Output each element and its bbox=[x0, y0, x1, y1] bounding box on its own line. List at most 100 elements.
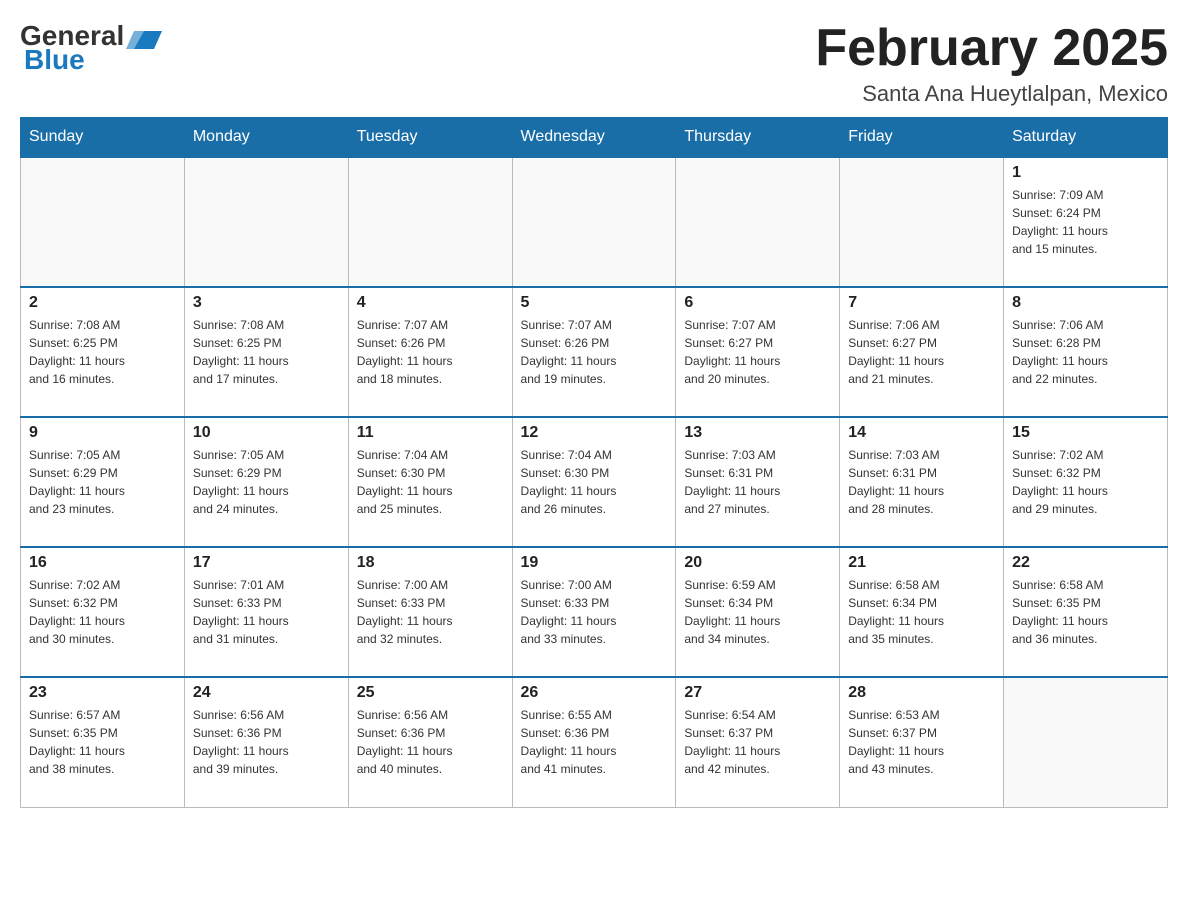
day-number: 16 bbox=[29, 554, 176, 572]
calendar-day-cell bbox=[184, 157, 348, 287]
day-info: Sunrise: 6:56 AMSunset: 6:36 PMDaylight:… bbox=[357, 706, 504, 778]
day-number: 13 bbox=[684, 424, 831, 442]
day-number: 1 bbox=[1012, 164, 1159, 182]
day-number: 8 bbox=[1012, 294, 1159, 312]
calendar-day-cell: 24Sunrise: 6:56 AMSunset: 6:36 PMDayligh… bbox=[184, 677, 348, 807]
calendar-day-cell: 8 Sunrise: 7:06 AMSunset: 6:28 PMDaylight… bbox=[1004, 287, 1168, 417]
calendar-week-row: 9 Sunrise: 7:05 AMSunset: 6:29 PMDaylight… bbox=[21, 417, 1168, 547]
day-info: Sunrise: 7:04 AMSunset: 6:30 PMDaylight:… bbox=[521, 446, 668, 518]
day-number: 22 bbox=[1012, 554, 1159, 572]
calendar-day-cell bbox=[512, 157, 676, 287]
calendar-day-cell: 22 Sunrise: 6:58 AMSunset: 6:35 PMDayligh… bbox=[1004, 547, 1168, 677]
calendar-day-cell: 19 Sunrise: 7:00 AMSunset: 6:33 PMDayligh… bbox=[512, 547, 676, 677]
day-info: Sunrise: 7:06 AMSunset: 6:28 PMDaylight:… bbox=[1012, 316, 1159, 388]
calendar-week-row: 1 Sunrise: 7:09 AMSunset: 6:24 PMDaylight… bbox=[21, 157, 1168, 287]
calendar-day-cell: 21Sunrise: 6:58 AMSunset: 6:34 PMDayligh… bbox=[840, 547, 1004, 677]
day-info: Sunrise: 6:54 AMSunset: 6:37 PMDaylight:… bbox=[684, 706, 831, 778]
day-info: Sunrise: 6:55 AMSunset: 6:36 PMDaylight:… bbox=[521, 706, 668, 778]
day-number: 11 bbox=[357, 424, 504, 442]
day-info: Sunrise: 7:02 AMSunset: 6:32 PMDaylight:… bbox=[1012, 446, 1159, 518]
calendar-day-cell: 28 Sunrise: 6:53 AMSunset: 6:37 PMDayligh… bbox=[840, 677, 1004, 807]
day-number: 24 bbox=[193, 684, 340, 702]
day-info: Sunrise: 7:03 AMSunset: 6:31 PMDaylight:… bbox=[848, 446, 995, 518]
calendar-day-cell: 25 Sunrise: 6:56 AMSunset: 6:36 PMDayligh… bbox=[348, 677, 512, 807]
calendar-day-header: Thursday bbox=[676, 118, 840, 158]
day-info: Sunrise: 7:00 AMSunset: 6:33 PMDaylight:… bbox=[521, 576, 668, 648]
title-area: February 2025 Santa Ana Hueytlalpan, Mex… bbox=[815, 20, 1168, 107]
calendar-day-cell: 3Sunrise: 7:08 AMSunset: 6:25 PMDaylight… bbox=[184, 287, 348, 417]
day-info: Sunrise: 6:57 AMSunset: 6:35 PMDaylight:… bbox=[29, 706, 176, 778]
day-number: 2 bbox=[29, 294, 176, 312]
day-info: Sunrise: 7:07 AMSunset: 6:26 PMDaylight:… bbox=[521, 316, 668, 388]
calendar-day-cell: 5 Sunrise: 7:07 AMSunset: 6:26 PMDaylight… bbox=[512, 287, 676, 417]
day-number: 19 bbox=[521, 554, 668, 572]
calendar-day-cell bbox=[348, 157, 512, 287]
day-number: 27 bbox=[684, 684, 831, 702]
logo: General Blue bbox=[20, 20, 164, 76]
day-number: 20 bbox=[684, 554, 831, 572]
day-info: Sunrise: 7:09 AMSunset: 6:24 PMDaylight:… bbox=[1012, 186, 1159, 258]
calendar-day-cell: 18Sunrise: 7:00 AMSunset: 6:33 PMDayligh… bbox=[348, 547, 512, 677]
calendar-day-cell: 20Sunrise: 6:59 AMSunset: 6:34 PMDayligh… bbox=[676, 547, 840, 677]
day-info: Sunrise: 7:03 AMSunset: 6:31 PMDaylight:… bbox=[684, 446, 831, 518]
day-number: 26 bbox=[521, 684, 668, 702]
day-info: Sunrise: 6:58 AMSunset: 6:35 PMDaylight:… bbox=[1012, 576, 1159, 648]
day-number: 9 bbox=[29, 424, 176, 442]
page-header: General Blue February 2025 Santa Ana Hue… bbox=[20, 20, 1168, 107]
location-text: Santa Ana Hueytlalpan, Mexico bbox=[815, 81, 1168, 107]
day-info: Sunrise: 7:02 AMSunset: 6:32 PMDaylight:… bbox=[29, 576, 176, 648]
day-number: 17 bbox=[193, 554, 340, 572]
day-number: 18 bbox=[357, 554, 504, 572]
calendar-day-cell: 17 Sunrise: 7:01 AMSunset: 6:33 PMDayligh… bbox=[184, 547, 348, 677]
calendar-day-header: Monday bbox=[184, 118, 348, 158]
calendar-day-header: Sunday bbox=[21, 118, 185, 158]
calendar-day-cell bbox=[676, 157, 840, 287]
day-info: Sunrise: 7:04 AMSunset: 6:30 PMDaylight:… bbox=[357, 446, 504, 518]
calendar-day-cell: 13 Sunrise: 7:03 AMSunset: 6:31 PMDayligh… bbox=[676, 417, 840, 547]
calendar-day-cell: 6 Sunrise: 7:07 AMSunset: 6:27 PMDaylight… bbox=[676, 287, 840, 417]
calendar-week-row: 16 Sunrise: 7:02 AMSunset: 6:32 PMDayligh… bbox=[21, 547, 1168, 677]
calendar-day-cell: 4 Sunrise: 7:07 AMSunset: 6:26 PMDaylight… bbox=[348, 287, 512, 417]
calendar-day-cell: 15 Sunrise: 7:02 AMSunset: 6:32 PMDayligh… bbox=[1004, 417, 1168, 547]
calendar-day-cell: 9 Sunrise: 7:05 AMSunset: 6:29 PMDaylight… bbox=[21, 417, 185, 547]
calendar-day-header: Saturday bbox=[1004, 118, 1168, 158]
day-info: Sunrise: 7:05 AMSunset: 6:29 PMDaylight:… bbox=[29, 446, 176, 518]
calendar-day-cell: 11 Sunrise: 7:04 AMSunset: 6:30 PMDayligh… bbox=[348, 417, 512, 547]
calendar-week-row: 2Sunrise: 7:08 AMSunset: 6:25 PMDaylight… bbox=[21, 287, 1168, 417]
day-number: 12 bbox=[521, 424, 668, 442]
day-number: 15 bbox=[1012, 424, 1159, 442]
day-number: 7 bbox=[848, 294, 995, 312]
day-info: Sunrise: 7:01 AMSunset: 6:33 PMDaylight:… bbox=[193, 576, 340, 648]
day-info: Sunrise: 7:07 AMSunset: 6:27 PMDaylight:… bbox=[684, 316, 831, 388]
calendar-day-cell: 23 Sunrise: 6:57 AMSunset: 6:35 PMDayligh… bbox=[21, 677, 185, 807]
day-info: Sunrise: 7:05 AMSunset: 6:29 PMDaylight:… bbox=[193, 446, 340, 518]
day-number: 21 bbox=[848, 554, 995, 572]
calendar-day-cell bbox=[1004, 677, 1168, 807]
calendar-day-header: Friday bbox=[840, 118, 1004, 158]
day-number: 10 bbox=[193, 424, 340, 442]
day-number: 5 bbox=[521, 294, 668, 312]
month-title: February 2025 bbox=[815, 20, 1168, 77]
day-number: 23 bbox=[29, 684, 176, 702]
calendar-day-cell: 12 Sunrise: 7:04 AMSunset: 6:30 PMDayligh… bbox=[512, 417, 676, 547]
day-number: 4 bbox=[357, 294, 504, 312]
calendar-day-cell: 26 Sunrise: 6:55 AMSunset: 6:36 PMDayligh… bbox=[512, 677, 676, 807]
calendar-header-row: SundayMondayTuesdayWednesdayThursdayFrid… bbox=[21, 118, 1168, 158]
calendar-day-cell bbox=[21, 157, 185, 287]
day-number: 28 bbox=[848, 684, 995, 702]
day-number: 6 bbox=[684, 294, 831, 312]
day-number: 3 bbox=[193, 294, 340, 312]
calendar-table: SundayMondayTuesdayWednesdayThursdayFrid… bbox=[20, 117, 1168, 808]
day-info: Sunrise: 6:53 AMSunset: 6:37 PMDaylight:… bbox=[848, 706, 995, 778]
logo-blue-text: Blue bbox=[24, 44, 85, 76]
calendar-day-cell: 16 Sunrise: 7:02 AMSunset: 6:32 PMDayligh… bbox=[21, 547, 185, 677]
calendar-day-cell bbox=[840, 157, 1004, 287]
calendar-day-cell: 1 Sunrise: 7:09 AMSunset: 6:24 PMDaylight… bbox=[1004, 157, 1168, 287]
day-info: Sunrise: 7:07 AMSunset: 6:26 PMDaylight:… bbox=[357, 316, 504, 388]
calendar-day-cell: 2Sunrise: 7:08 AMSunset: 6:25 PMDaylight… bbox=[21, 287, 185, 417]
calendar-day-cell: 14Sunrise: 7:03 AMSunset: 6:31 PMDayligh… bbox=[840, 417, 1004, 547]
calendar-day-cell: 27 Sunrise: 6:54 AMSunset: 6:37 PMDayligh… bbox=[676, 677, 840, 807]
day-number: 25 bbox=[357, 684, 504, 702]
calendar-day-cell: 10 Sunrise: 7:05 AMSunset: 6:29 PMDayligh… bbox=[184, 417, 348, 547]
calendar-week-row: 23 Sunrise: 6:57 AMSunset: 6:35 PMDayligh… bbox=[21, 677, 1168, 807]
